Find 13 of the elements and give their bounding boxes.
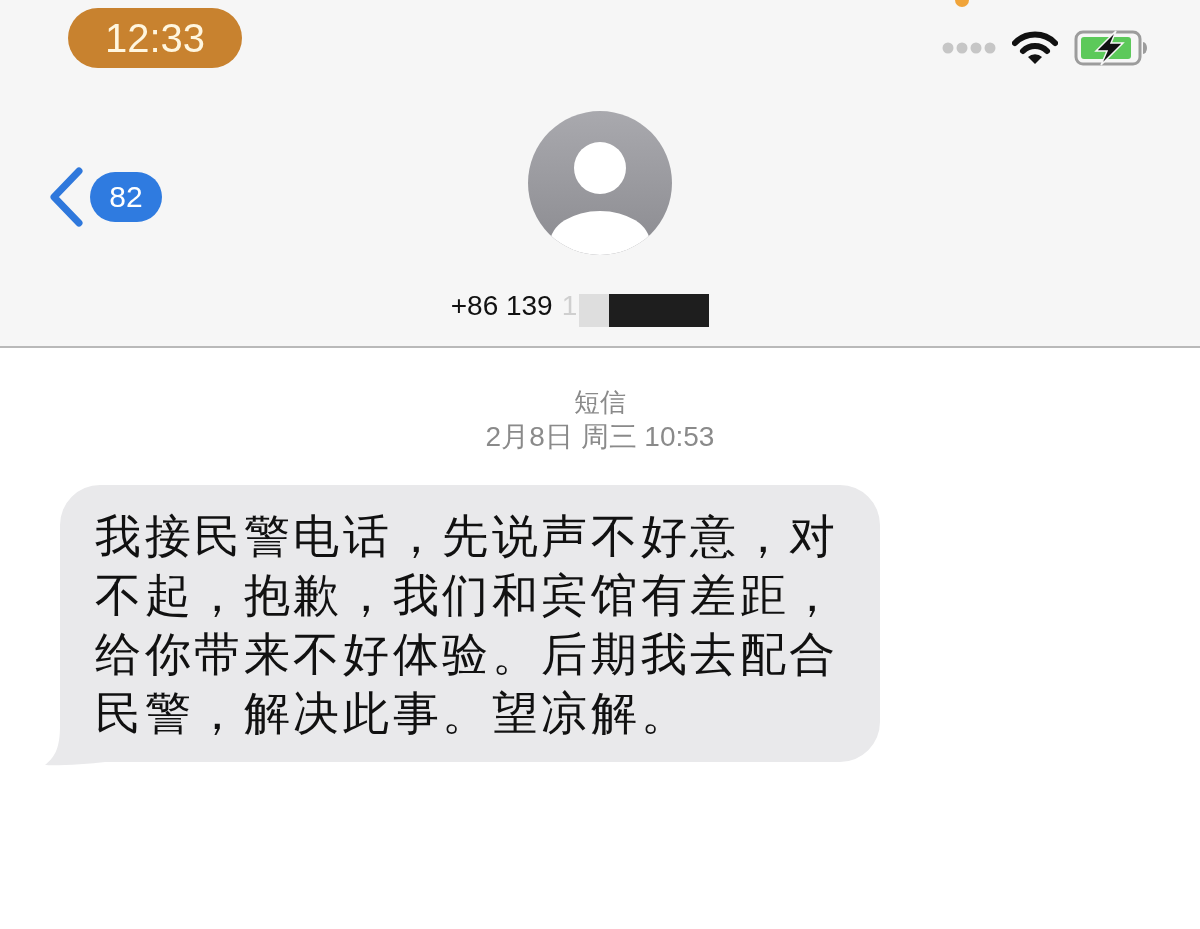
back-chevron-icon [48,167,84,227]
message-text: 我接民警电话，先说声不好意，对不起，抱歉，我们和宾馆有差距，给你带来不好体验。后期我去配合民警，解决此事。望凉解。 [95,509,840,741]
battery-charging-icon [1074,30,1150,66]
avatar-icon [528,111,672,255]
message-timestamp: 2月8日 周三 10:53 [485,420,715,454]
contact-number: +86 139 [450,290,553,322]
blur-patch [579,293,610,327]
unread-count: 82 [90,172,162,222]
wifi-icon [1012,31,1058,65]
message-service-label: 短信 [574,386,626,418]
status-time: 12:33 [68,8,242,68]
back-button[interactable]: 82 [48,167,162,227]
signal-dots-icon [942,42,996,54]
